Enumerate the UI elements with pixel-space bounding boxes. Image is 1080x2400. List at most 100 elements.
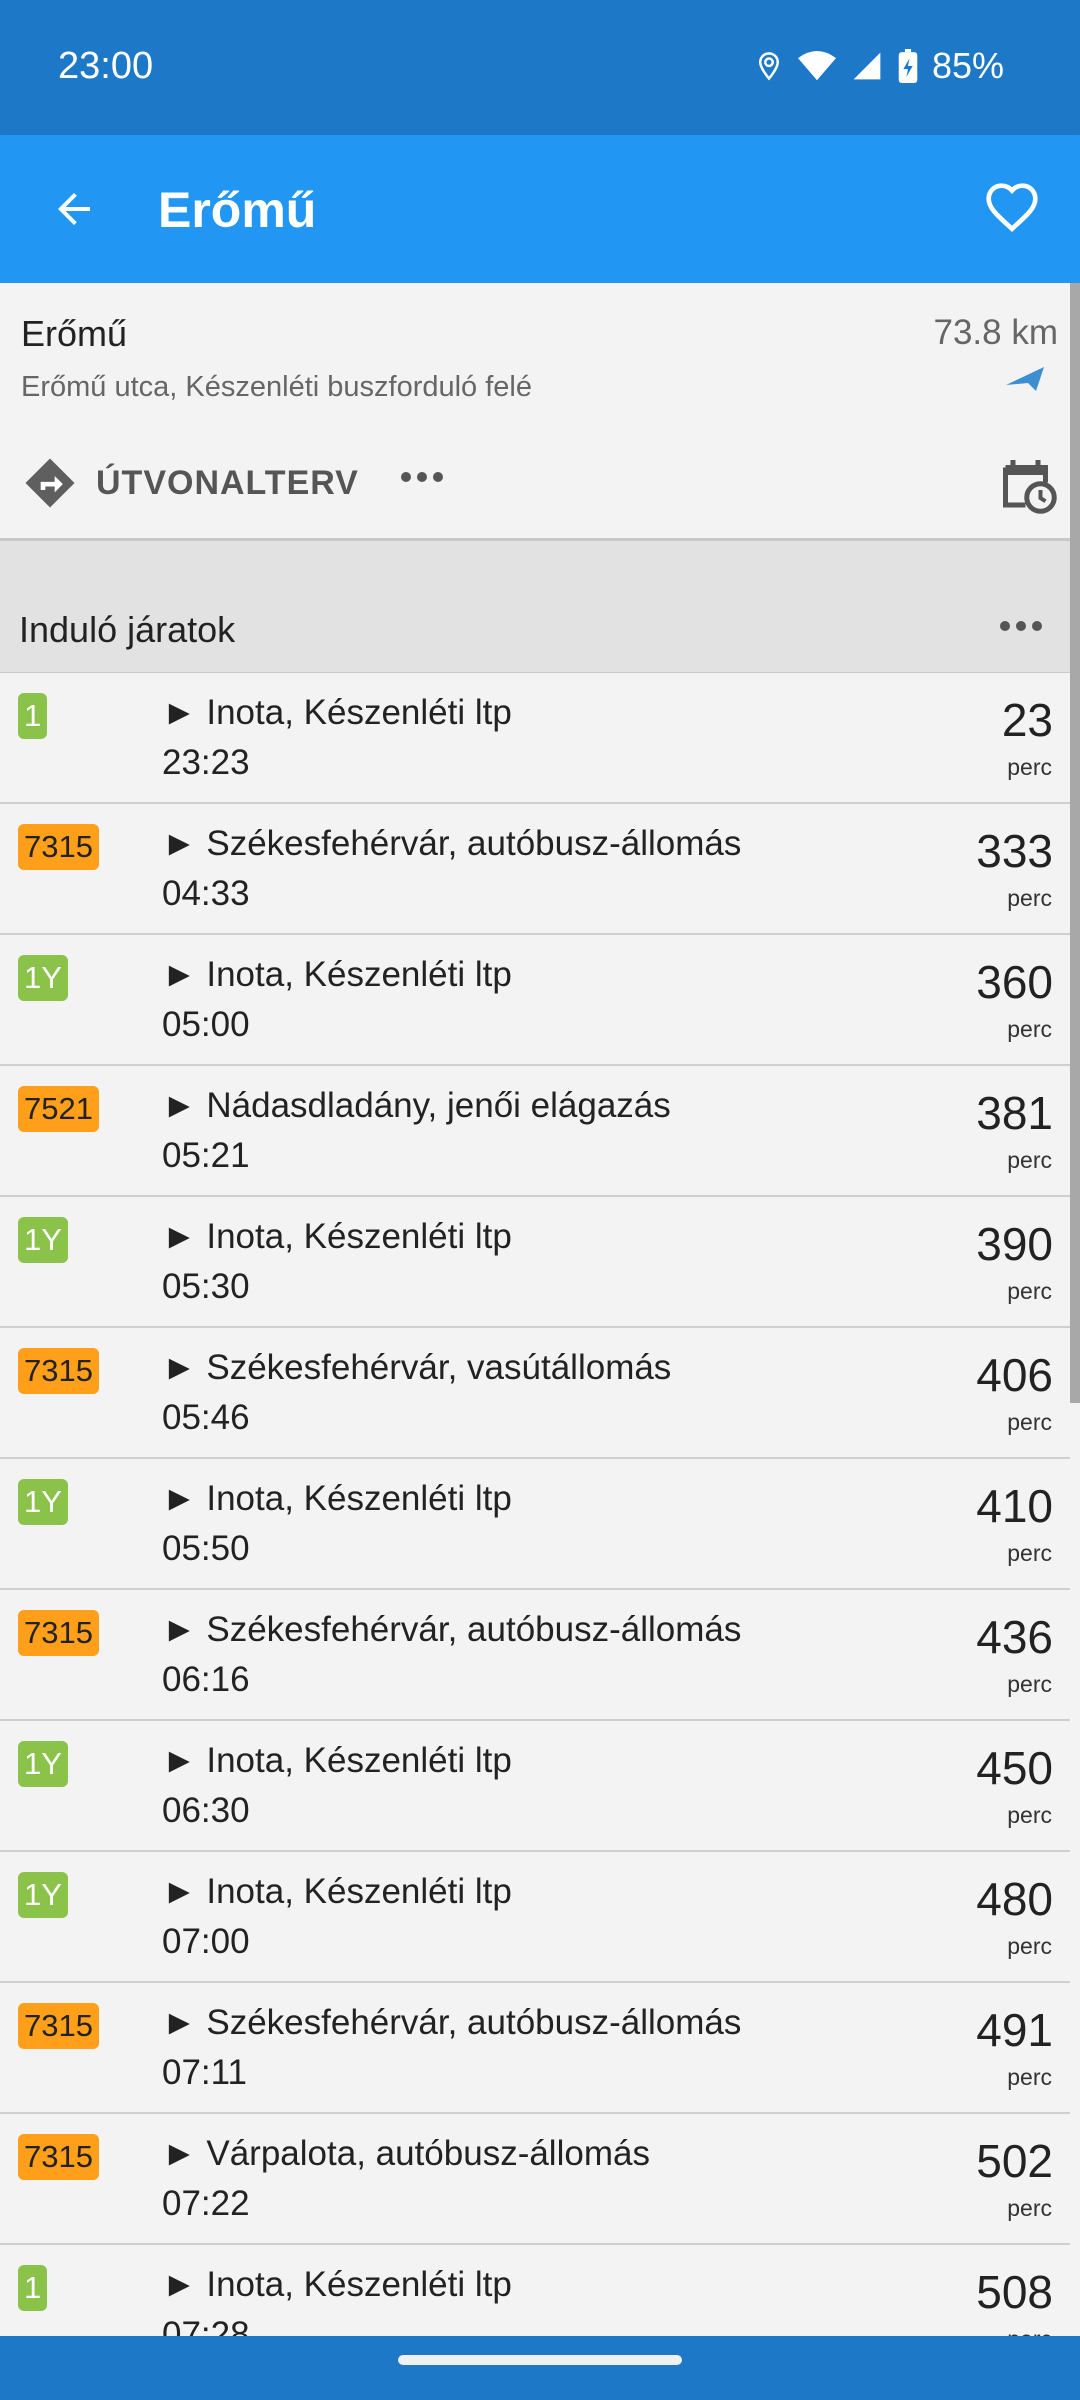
departure-destination: ► Székesfehérvár, autóbusz-állomás — [162, 824, 742, 863]
departure-destination: ► Inota, Készenléti ltp — [162, 1872, 512, 1911]
minutes-unit: perc — [1007, 1016, 1052, 1042]
minutes-unit: perc — [1007, 1671, 1052, 1697]
more-icon[interactable] — [998, 619, 1044, 633]
favorite-button[interactable] — [976, 173, 1048, 245]
navigation-bar — [0, 2336, 1080, 2400]
minutes-unit: perc — [1007, 1540, 1052, 1566]
minutes-until: 390 — [976, 1218, 1053, 1270]
route-badge: 1 — [18, 2265, 48, 2311]
battery-level: 85% — [931, 45, 1004, 86]
departure-row[interactable]: 1Y ► Inota, Készenléti ltp 06:30 450 perc — [0, 1721, 1070, 1852]
departure-destination: ► Székesfehérvár, autóbusz-állomás — [162, 1610, 742, 1649]
departure-destination: ► Inota, Készenléti ltp — [162, 1217, 512, 1256]
minutes-unit: perc — [1007, 2064, 1052, 2090]
departure-row[interactable]: 1Y ► Inota, Készenléti ltp 05:50 410 perc — [0, 1459, 1070, 1590]
departure-row[interactable]: 7315 ► Székesfehérvár, autóbusz-állomás 04… — [0, 804, 1070, 935]
back-button[interactable] — [40, 175, 108, 243]
minutes-until: 406 — [976, 1349, 1053, 1401]
location-icon — [758, 52, 779, 81]
app-bar: Erőmű — [0, 135, 1080, 283]
departure-destination: ► Várpalota, autóbusz-állomás — [162, 2134, 650, 2173]
route-badge: 1 — [18, 693, 48, 739]
minutes-until: 333 — [976, 825, 1053, 877]
departure-destination: ► Inota, Készenléti ltp — [162, 1741, 512, 1780]
departure-destination: ► Inota, Készenléti ltp — [162, 693, 512, 732]
departure-row[interactable]: 7315 ► Várpalota, autóbusz-állomás 07:22 50… — [0, 2114, 1070, 2245]
departure-time: 06:30 — [162, 1791, 250, 1830]
minutes-until: 360 — [976, 956, 1053, 1008]
route-badge: 7521 — [18, 1086, 99, 1132]
departure-time: 05:21 — [162, 1136, 250, 1175]
minutes-unit: perc — [1007, 1278, 1052, 1304]
back-arrow-icon — [58, 193, 90, 225]
minutes-until: 502 — [976, 2135, 1053, 2187]
departure-time: 07:22 — [162, 2184, 250, 2223]
departure-destination: ► Nádasdladány, jenői elágazás — [162, 1086, 671, 1125]
route-icon — [25, 458, 75, 508]
departure-time: 05:30 — [162, 1267, 250, 1306]
departure-destination: ► Inota, Készenléti ltp — [162, 2265, 512, 2304]
wifi-icon — [797, 50, 836, 81]
calendar-clock-icon[interactable] — [998, 455, 1058, 515]
departure-row[interactable]: 1Y ► Inota, Készenléti ltp 05:30 390 perc — [0, 1197, 1070, 1328]
heart-icon — [986, 183, 1038, 233]
minutes-until: 491 — [976, 2004, 1053, 2056]
minutes-until: 381 — [976, 1087, 1053, 1139]
departures-list: 1 ► Inota, Készenléti ltp 23:23 23 perc 7315 ►… — [0, 673, 1070, 2376]
signal-icon — [853, 52, 881, 80]
home-handle[interactable] — [398, 2355, 682, 2365]
departure-time: 23:23 — [162, 743, 250, 782]
departure-time: 07:11 — [162, 2053, 247, 2092]
minutes-unit: perc — [1007, 1802, 1052, 1828]
route-badge: 1Y — [18, 1872, 68, 1918]
route-plan-button[interactable]: ÚTVONALTERV — [22, 455, 359, 511]
status-time: 23:00 — [58, 45, 154, 87]
minutes-unit: perc — [1007, 1933, 1052, 1959]
departure-destination: ► Székesfehérvár, vasútállomás — [162, 1348, 672, 1387]
stop-distance: 73.8 km — [933, 313, 1059, 352]
departure-time: 05:00 — [162, 1005, 250, 1044]
departure-time: 04:33 — [162, 874, 250, 913]
route-plan-label: ÚTVONALTERV — [96, 463, 359, 502]
departure-destination: ► Inota, Készenléti ltp — [162, 1479, 512, 1518]
route-badge: 7315 — [18, 2003, 99, 2049]
scrollbar[interactable] — [1070, 283, 1080, 1403]
minutes-until: 410 — [976, 1480, 1053, 1532]
route-badge: 7315 — [18, 2134, 99, 2180]
departure-destination: ► Székesfehérvár, autóbusz-állomás — [162, 2003, 742, 2042]
minutes-until: 23 — [1001, 694, 1053, 746]
departure-destination: ► Inota, Készenléti ltp — [162, 955, 512, 994]
departure-row[interactable]: 7315 ► Székesfehérvár, autóbusz-állomás 07… — [0, 1983, 1070, 2114]
page-title: Erőmű — [158, 182, 317, 238]
route-badge: 7315 — [18, 1348, 99, 1394]
status-icons: 85% — [754, 45, 1004, 87]
route-badge: 1Y — [18, 955, 68, 1001]
minutes-unit: perc — [1007, 2195, 1052, 2221]
status-bar: 23:00 85% — [0, 0, 1080, 135]
departure-row[interactable]: 7315 ► Székesfehérvár, vasútállomás 05:46 4… — [0, 1328, 1070, 1459]
departure-row[interactable]: 1Y ► Inota, Készenléti ltp 05:00 360 perc — [0, 935, 1070, 1066]
departure-time: 05:50 — [162, 1529, 250, 1568]
stop-info: Erőmű Erőmű utca, Készenléti buszforduló… — [0, 283, 1070, 538]
minutes-unit: perc — [1007, 1409, 1052, 1435]
departure-row[interactable]: 7315 ► Székesfehérvár, autóbusz-állomás 06… — [0, 1590, 1070, 1721]
departure-row[interactable]: 1Y ► Inota, Készenléti ltp 07:00 480 perc — [0, 1852, 1070, 1983]
minutes-until: 508 — [976, 2266, 1053, 2318]
departure-row[interactable]: 7521 ► Nádasdladány, jenői elágazás 05:21 3… — [0, 1066, 1070, 1197]
more-icon[interactable] — [398, 469, 446, 485]
minutes-unit: perc — [1007, 1147, 1052, 1173]
departure-time: 05:46 — [162, 1398, 250, 1437]
minutes-until: 450 — [976, 1742, 1053, 1794]
stop-name: Erőmű — [21, 313, 128, 354]
section-title: Induló járatok — [19, 609, 236, 650]
stop-direction: Erőmű utca, Készenléti buszforduló felé — [21, 371, 532, 403]
departure-row[interactable]: 1 ► Inota, Készenléti ltp 23:23 23 perc — [0, 673, 1070, 804]
route-badge: 1Y — [18, 1479, 68, 1525]
minutes-unit: perc — [1007, 885, 1052, 911]
route-badge: 7315 — [18, 824, 99, 870]
minutes-unit: perc — [1007, 754, 1052, 780]
route-badge: 1Y — [18, 1741, 68, 1787]
direction-arrow-icon — [1006, 367, 1044, 391]
battery-icon — [898, 49, 918, 83]
route-badge: 1Y — [18, 1217, 68, 1263]
